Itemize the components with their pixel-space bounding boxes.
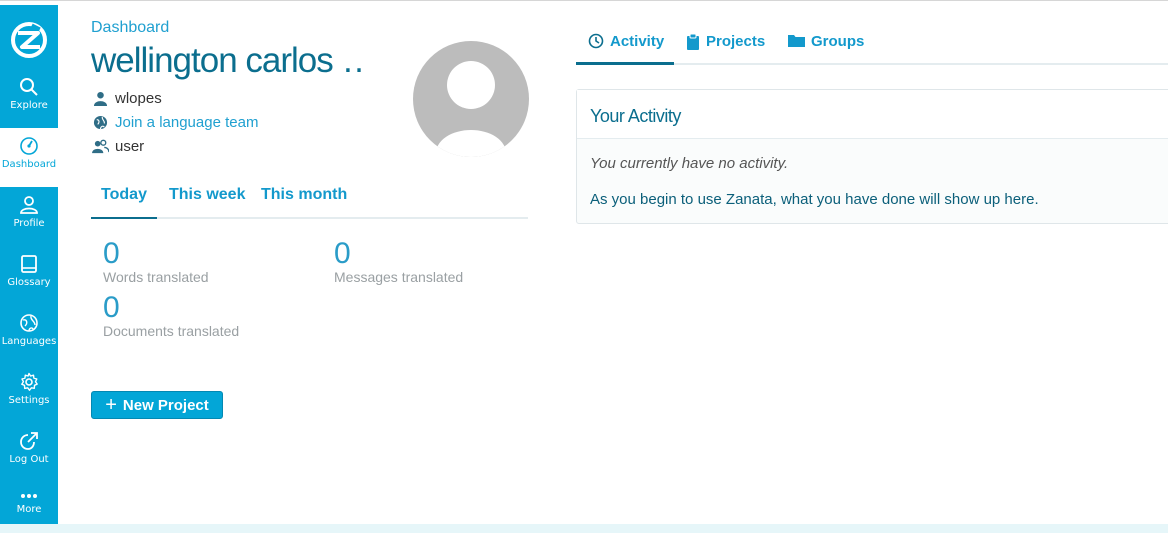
tab-projects[interactable]: Projects <box>686 27 765 65</box>
logout-icon <box>20 432 38 450</box>
zanata-logo-icon <box>11 22 47 58</box>
sidebar-item-more[interactable]: More <box>0 483 58 525</box>
activity-hint-message: As you begin to use Zanata, what you hav… <box>590 191 1039 208</box>
tab-today[interactable]: Today <box>91 183 157 219</box>
app-window: Explore Dashboard Profile Glossary Langu… <box>0 0 1168 533</box>
period-tabs: Today This week This month <box>91 183 528 219</box>
sidebar-item-label: Log Out <box>9 454 49 465</box>
folder-icon <box>788 33 805 47</box>
profile-login-row: wlopes <box>91 90 162 107</box>
bottom-strip <box>0 524 1168 533</box>
tab-activity[interactable]: Activity <box>576 27 674 65</box>
user-icon <box>20 196 38 214</box>
dashboard-icon <box>20 137 38 155</box>
new-project-label: New Project <box>122 396 209 414</box>
sidebar-item-languages[interactable]: Languages <box>0 305 58 364</box>
sidebar-item-label: Settings <box>8 395 50 406</box>
profile-login: wlopes <box>115 90 162 107</box>
users-icon <box>91 139 109 154</box>
words-translated-count: 0 <box>103 237 120 270</box>
user-icon <box>91 91 109 106</box>
globe-icon <box>91 115 109 130</box>
book-icon <box>21 255 37 273</box>
tab-this-week[interactable]: This week <box>169 183 245 219</box>
sidebar-item-label: Glossary <box>7 277 51 288</box>
activity-panel-title: Your Activity <box>577 90 1168 139</box>
sidebar-item-label: More <box>16 504 42 515</box>
sidebar-item-glossary[interactable]: Glossary <box>0 246 58 305</box>
gear-icon <box>21 372 38 391</box>
activity-tabs: Activity Projects Groups <box>576 27 1168 65</box>
search-icon <box>20 78 38 96</box>
sidebar-item-settings[interactable]: Settings <box>0 364 58 423</box>
new-project-button[interactable]: + New Project <box>91 391 223 419</box>
profile-role-row: user <box>91 138 144 155</box>
clipboard-icon <box>686 33 700 50</box>
tab-activity-label: Activity <box>610 33 665 50</box>
documents-translated-label: Documents translated <box>103 323 240 339</box>
sidebar-item-explore[interactable]: Explore <box>0 69 58 128</box>
messages-translated-label: Messages translated <box>334 269 464 285</box>
sidebar: Explore Dashboard Profile Glossary Langu… <box>0 5 58 525</box>
sidebar-item-label: Dashboard <box>1 159 57 170</box>
messages-translated-count: 0 <box>334 237 351 270</box>
sidebar-item-logout[interactable]: Log Out <box>0 423 58 482</box>
clock-icon <box>588 33 604 49</box>
default-avatar-icon <box>435 61 507 157</box>
zanata-logo[interactable] <box>0 13 58 67</box>
words-translated-label: Words translated <box>103 269 209 285</box>
profile-role: user <box>115 138 145 155</box>
sidebar-item-label: Languages <box>1 336 57 347</box>
more-icon <box>21 494 37 498</box>
avatar <box>413 41 529 157</box>
breadcrumb[interactable]: Dashboard <box>91 19 169 37</box>
sidebar-item-dashboard[interactable]: Dashboard <box>0 128 58 187</box>
tab-this-month[interactable]: This month <box>261 183 347 219</box>
plus-icon: + <box>105 394 117 416</box>
globe-icon <box>20 314 38 332</box>
join-language-team-label: Join a language team <box>115 114 259 131</box>
tab-groups[interactable]: Groups <box>788 27 864 65</box>
sidebar-item-label: Explore <box>10 100 48 111</box>
page-title: wellington carlos … <box>91 41 366 80</box>
tab-projects-label: Projects <box>706 33 766 50</box>
activity-panel: Your Activity You currently have no acti… <box>576 89 1168 224</box>
documents-translated-count: 0 <box>103 291 120 324</box>
sidebar-item-label: Profile <box>13 218 45 229</box>
activity-empty-message: You currently have no activity. <box>590 155 789 172</box>
tab-groups-label: Groups <box>811 33 865 50</box>
sidebar-item-profile[interactable]: Profile <box>0 187 58 246</box>
join-language-team-link[interactable]: Join a language team <box>91 114 258 131</box>
